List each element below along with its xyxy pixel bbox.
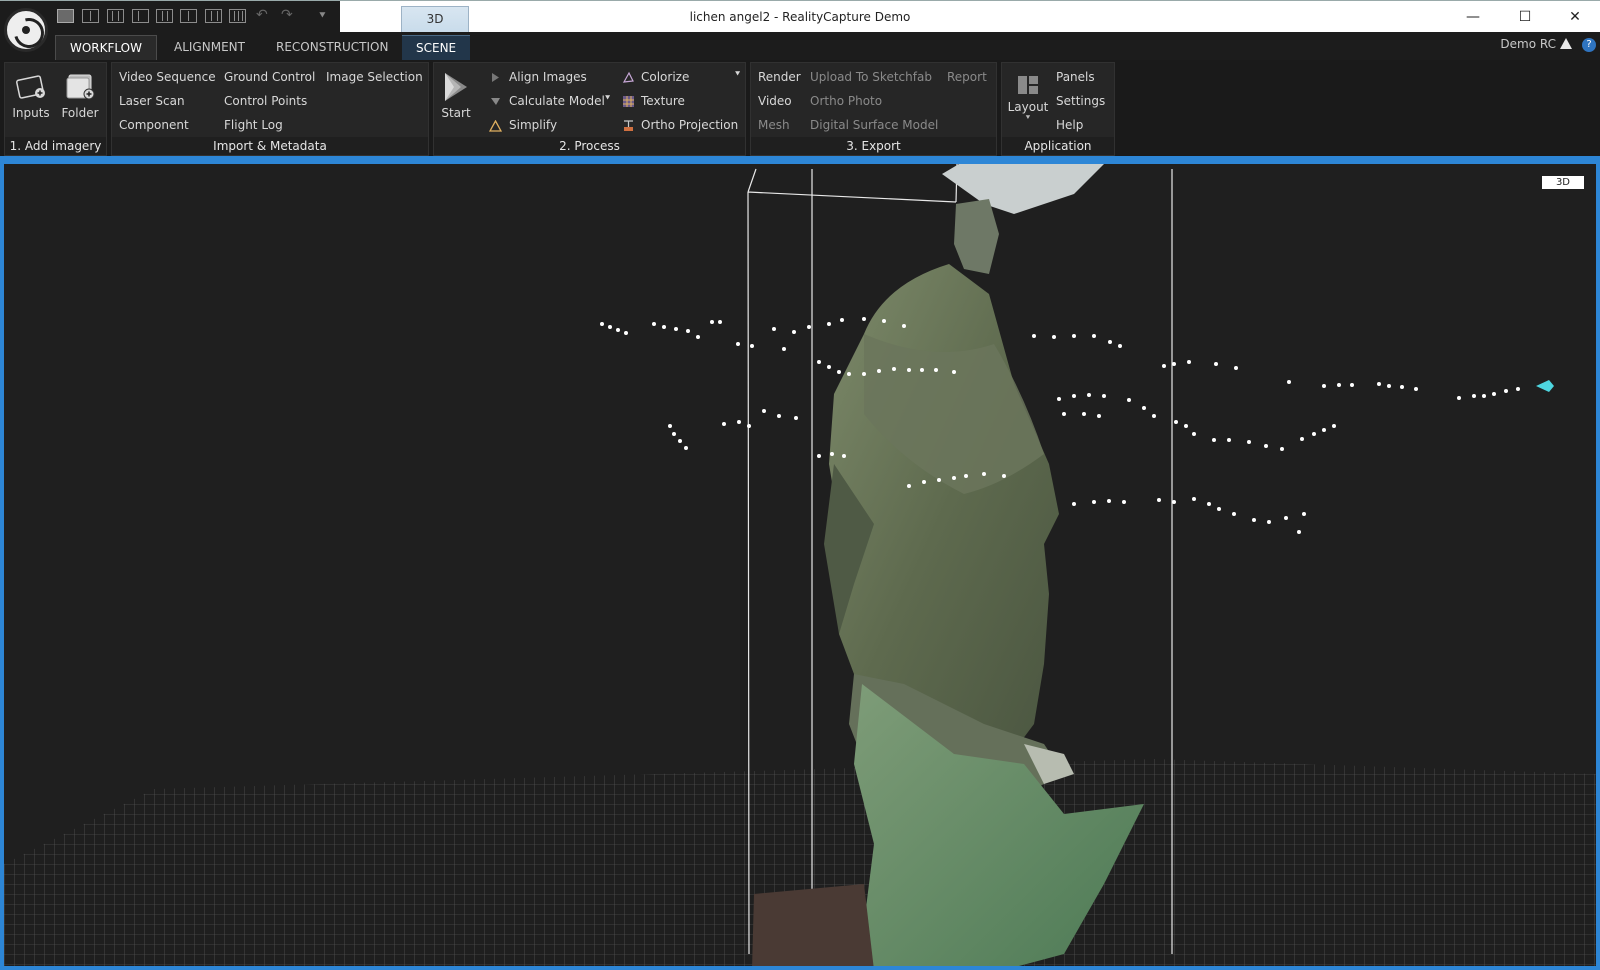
colorize-icon bbox=[622, 71, 634, 83]
image-selection-button[interactable]: Image Selection bbox=[326, 70, 423, 84]
folder-button[interactable]: Folder bbox=[57, 69, 103, 120]
scene-canvas[interactable] bbox=[4, 164, 1596, 970]
laser-scan-button[interactable]: Laser Scan bbox=[119, 94, 185, 108]
layout-label: Layout bbox=[1007, 100, 1049, 114]
calculate-model-dropdown-icon[interactable]: ⯆ bbox=[604, 94, 611, 104]
flight-log-button[interactable]: Flight Log bbox=[224, 118, 283, 132]
ortho-projection-button[interactable]: Ortho Projection bbox=[641, 118, 738, 132]
control-points-button[interactable]: Control Points bbox=[224, 94, 307, 108]
group-label-add-imagery: 1. Add imagery bbox=[5, 137, 106, 155]
colorize-button[interactable]: Colorize bbox=[641, 70, 689, 84]
tab-workflow[interactable]: WORKFLOW bbox=[55, 35, 157, 60]
tab-scene[interactable]: SCENE bbox=[402, 35, 471, 60]
simplify-button[interactable]: Simplify bbox=[509, 118, 557, 132]
start-label: Start bbox=[441, 106, 471, 120]
digital-surface-model-button[interactable]: Digital Surface Model bbox=[810, 118, 938, 132]
inputs-icon bbox=[16, 75, 45, 99]
align-images-button[interactable]: Align Images bbox=[509, 70, 587, 84]
3d-viewport[interactable]: 3D bbox=[0, 160, 1600, 970]
render-button[interactable]: Render bbox=[758, 70, 801, 84]
inputs-button[interactable]: Inputs bbox=[11, 69, 51, 120]
help-icon[interactable]: ? bbox=[1582, 38, 1596, 52]
settings-button[interactable]: Settings bbox=[1056, 94, 1105, 108]
minimize-button[interactable]: — bbox=[1448, 1, 1498, 33]
window-title: lichen angel2 - RealityCapture Demo bbox=[689, 10, 911, 24]
group-label-application: Application bbox=[1002, 137, 1114, 155]
layout-dropdown-icon: ⯆ bbox=[1024, 113, 1032, 122]
simplify-icon bbox=[489, 120, 502, 132]
group-application: Layout ⯆ Panels Settings Help Applicatio… bbox=[1001, 62, 1115, 156]
close-button[interactable]: ✕ bbox=[1550, 1, 1600, 33]
ribbon-tabs: WORKFLOW ALIGNMENT RECONSTRUCTION SCENE bbox=[0, 32, 1600, 60]
panels-button[interactable]: Panels bbox=[1056, 70, 1095, 84]
calculate-model-button[interactable]: Calculate Model bbox=[509, 94, 605, 108]
upload-to-sketchfab-button[interactable]: Upload To Sketchfab bbox=[810, 70, 932, 84]
help-button[interactable]: Help bbox=[1056, 118, 1083, 132]
video-export-button[interactable]: Video bbox=[758, 94, 792, 108]
user-name[interactable]: Demo RC bbox=[1500, 37, 1556, 51]
layout-button[interactable]: Layout ⯆ bbox=[1006, 73, 1050, 122]
ortho-projection-icon bbox=[624, 120, 633, 131]
ribbon: Inputs Folder 1. Add imagery Video Seque… bbox=[0, 60, 1600, 158]
mesh-export-button[interactable]: Mesh bbox=[758, 118, 790, 132]
group-label-process: 2. Process bbox=[434, 137, 745, 155]
folder-icon bbox=[66, 74, 95, 100]
group-add-imagery: Inputs Folder 1. Add imagery bbox=[4, 62, 107, 156]
start-icon bbox=[445, 73, 467, 101]
group-label-export: 3. Export bbox=[751, 137, 996, 155]
video-sequence-button[interactable]: Video Sequence bbox=[119, 70, 216, 84]
calculate-model-icon bbox=[491, 98, 500, 105]
tab-reconstruction[interactable]: RECONSTRUCTION bbox=[262, 35, 402, 60]
start-button[interactable]: Start bbox=[438, 71, 474, 120]
folder-label: Folder bbox=[61, 106, 99, 120]
layout-icon bbox=[1018, 76, 1038, 94]
view-mode-badge: 3D bbox=[1541, 176, 1584, 189]
ortho-photo-button[interactable]: Ortho Photo bbox=[810, 94, 882, 108]
tab-alignment[interactable]: ALIGNMENT bbox=[160, 35, 259, 60]
warning-icon[interactable] bbox=[1560, 38, 1572, 49]
component-button[interactable]: Component bbox=[119, 118, 189, 132]
group-process: Start Align Images Calculate Model ⯆ Sim… bbox=[433, 62, 746, 156]
title-bar: ↶ ↷ ⯆ 3D lichen angel2 - RealityCapture … bbox=[0, 0, 1600, 33]
group-export: Render Upload To Sketchfab Report Video … bbox=[750, 62, 997, 156]
align-images-icon bbox=[492, 73, 499, 82]
ground-control-button[interactable]: Ground Control bbox=[224, 70, 315, 84]
inputs-label: Inputs bbox=[12, 106, 50, 120]
texture-icon bbox=[623, 96, 634, 107]
group-import-metadata: Video Sequence Ground Control Image Sele… bbox=[111, 62, 429, 156]
process-more-dropdown-icon[interactable]: ⯆ bbox=[734, 70, 741, 80]
report-button[interactable]: Report bbox=[947, 70, 987, 84]
maximize-button[interactable]: ☐ bbox=[1500, 1, 1550, 33]
texture-button[interactable]: Texture bbox=[641, 94, 685, 108]
app-logo-icon[interactable] bbox=[4, 8, 48, 52]
group-label-import-metadata: Import & Metadata bbox=[112, 137, 428, 155]
